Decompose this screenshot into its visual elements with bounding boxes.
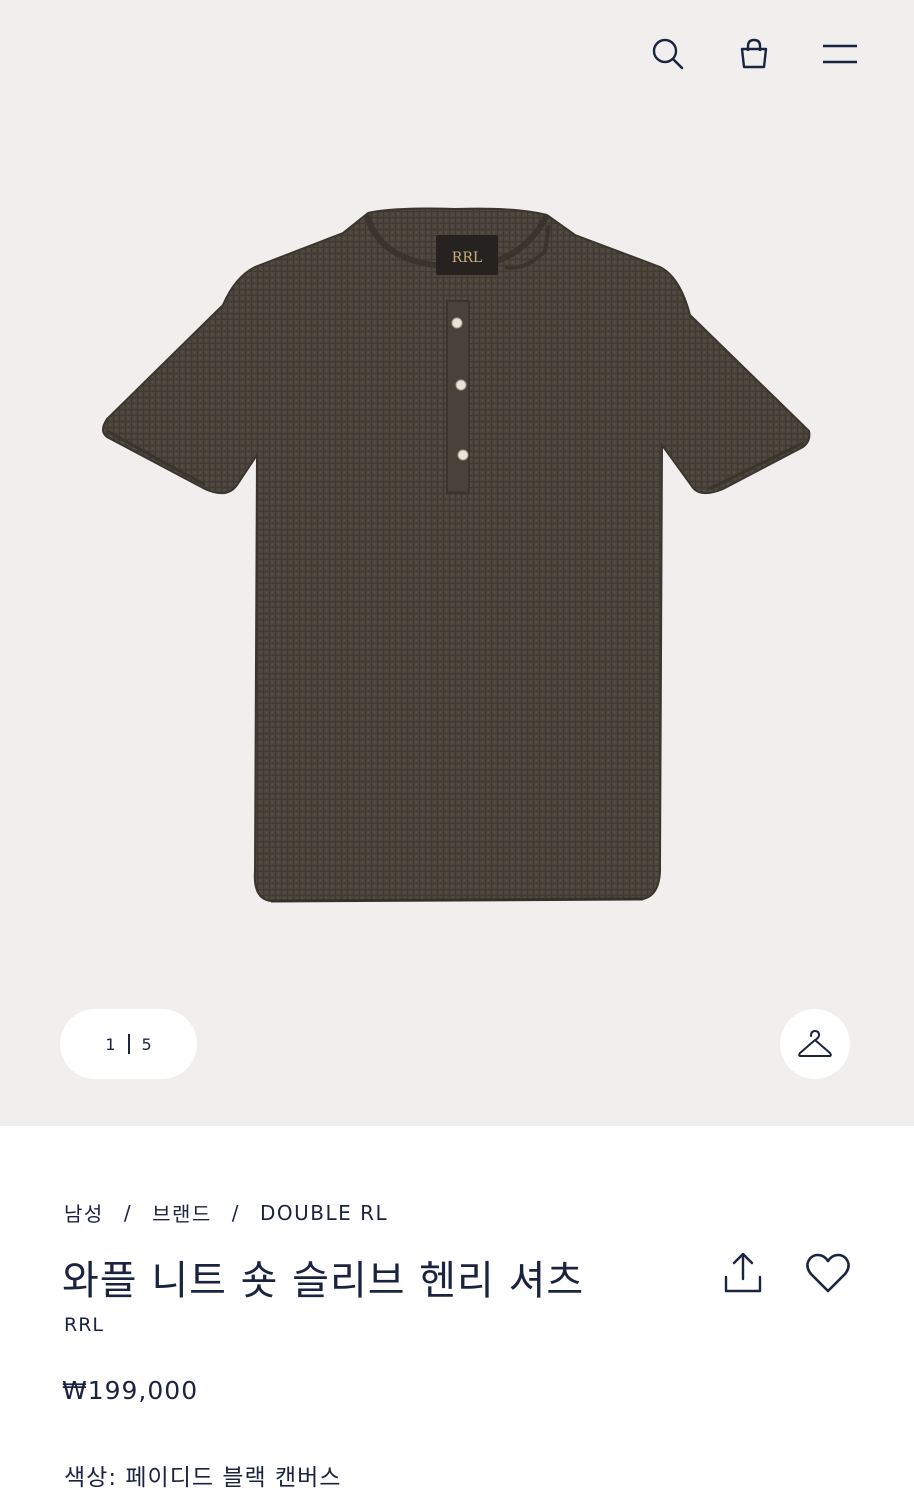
pager-total: 5: [141, 1034, 152, 1054]
share-button[interactable]: [718, 1248, 768, 1298]
shopping-bag-icon: [740, 38, 768, 69]
product-gallery: RRL 1 5: [0, 0, 914, 1126]
breadcrumb: 남성 / 브랜드 / DOUBLE RL: [64, 1198, 388, 1227]
hanger-icon: [798, 1030, 832, 1057]
product-color: 색상: 페이디드 블랙 캔버스: [64, 1458, 341, 1492]
breadcrumb-brand[interactable]: 브랜드: [152, 1198, 212, 1227]
product-brand: RRL: [64, 1314, 104, 1336]
breadcrumb-double-rl[interactable]: DOUBLE RL: [260, 1201, 388, 1225]
share-icon: [724, 1252, 762, 1293]
heart-icon: [806, 1253, 850, 1293]
color-value: 페이디드 블랙 캔버스: [125, 1465, 342, 1491]
breadcrumb-separator: /: [123, 1200, 133, 1225]
color-label: 색상:: [64, 1465, 118, 1491]
wishlist-button[interactable]: [803, 1248, 853, 1298]
pager-current: 1: [105, 1034, 116, 1054]
label-logo: RRL: [452, 250, 482, 266]
image-pager: 1 5: [60, 1009, 197, 1079]
hanger-button[interactable]: [780, 1009, 850, 1079]
breadcrumb-separator: /: [231, 1200, 241, 1225]
product-title: 와플 니트 숏 슬리브 헨리 셔츠: [62, 1258, 585, 1304]
search-icon: [652, 38, 684, 70]
search-button[interactable]: [644, 30, 692, 78]
cart-button[interactable]: [730, 30, 778, 78]
pager-divider: [127, 1034, 130, 1054]
product-image[interactable]: RRL: [95, 205, 819, 915]
menu-button[interactable]: [816, 30, 864, 78]
breadcrumb-men[interactable]: 남성: [64, 1198, 104, 1227]
menu-icon: [823, 44, 857, 64]
product-price: ₩199,000: [62, 1376, 199, 1405]
